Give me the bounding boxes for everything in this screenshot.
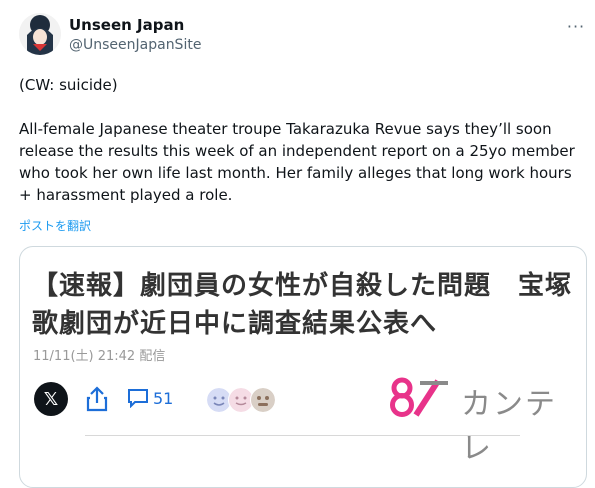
avatar[interactable] [19,13,61,55]
kantele-logo: カンテレ [386,375,566,466]
translate-post-link[interactable]: ポストを翻訳 [19,217,91,234]
kantele-logo-text: カンテレ [461,387,557,466]
share-button[interactable] [84,385,110,413]
author-display-name[interactable]: Unseen Japan [69,16,184,34]
x-logo-icon: 𝕏 [43,388,59,410]
avatar-image [19,13,61,55]
tweet-text: (CW: suicide) All-female Japanese theate… [19,74,579,206]
tweet-paragraph-content-warning: (CW: suicide) [19,76,118,94]
more-options-button[interactable]: ··· [564,14,588,38]
share-icon [86,386,108,412]
x-share-button[interactable]: 𝕏 [34,382,68,416]
comment-button[interactable]: 51 [127,388,173,408]
face-icon [250,387,276,413]
tweet-paragraph-body: All-female Japanese theater troupe Takar… [19,120,575,204]
card-divider [85,435,520,436]
link-card[interactable]: 【速報】劇団員の女性が自殺した問題 宝塚歌劇団が近日中に調査結果公表へ 11/1… [19,246,587,488]
more-horizontal-icon: ··· [566,16,586,36]
author-handle[interactable]: @UnseenJapanSite [69,37,201,53]
kantele-8-logo-icon [390,377,448,417]
comment-count: 51 [153,388,174,408]
reaction-faces [206,387,276,413]
comment-icon [128,389,148,408]
card-date: 11/11(土) 21:42 配信 [33,349,166,364]
card-headline: 【速報】劇団員の女性が自殺した問題 宝塚歌劇団が近日中に調査結果公表へ [32,271,573,339]
